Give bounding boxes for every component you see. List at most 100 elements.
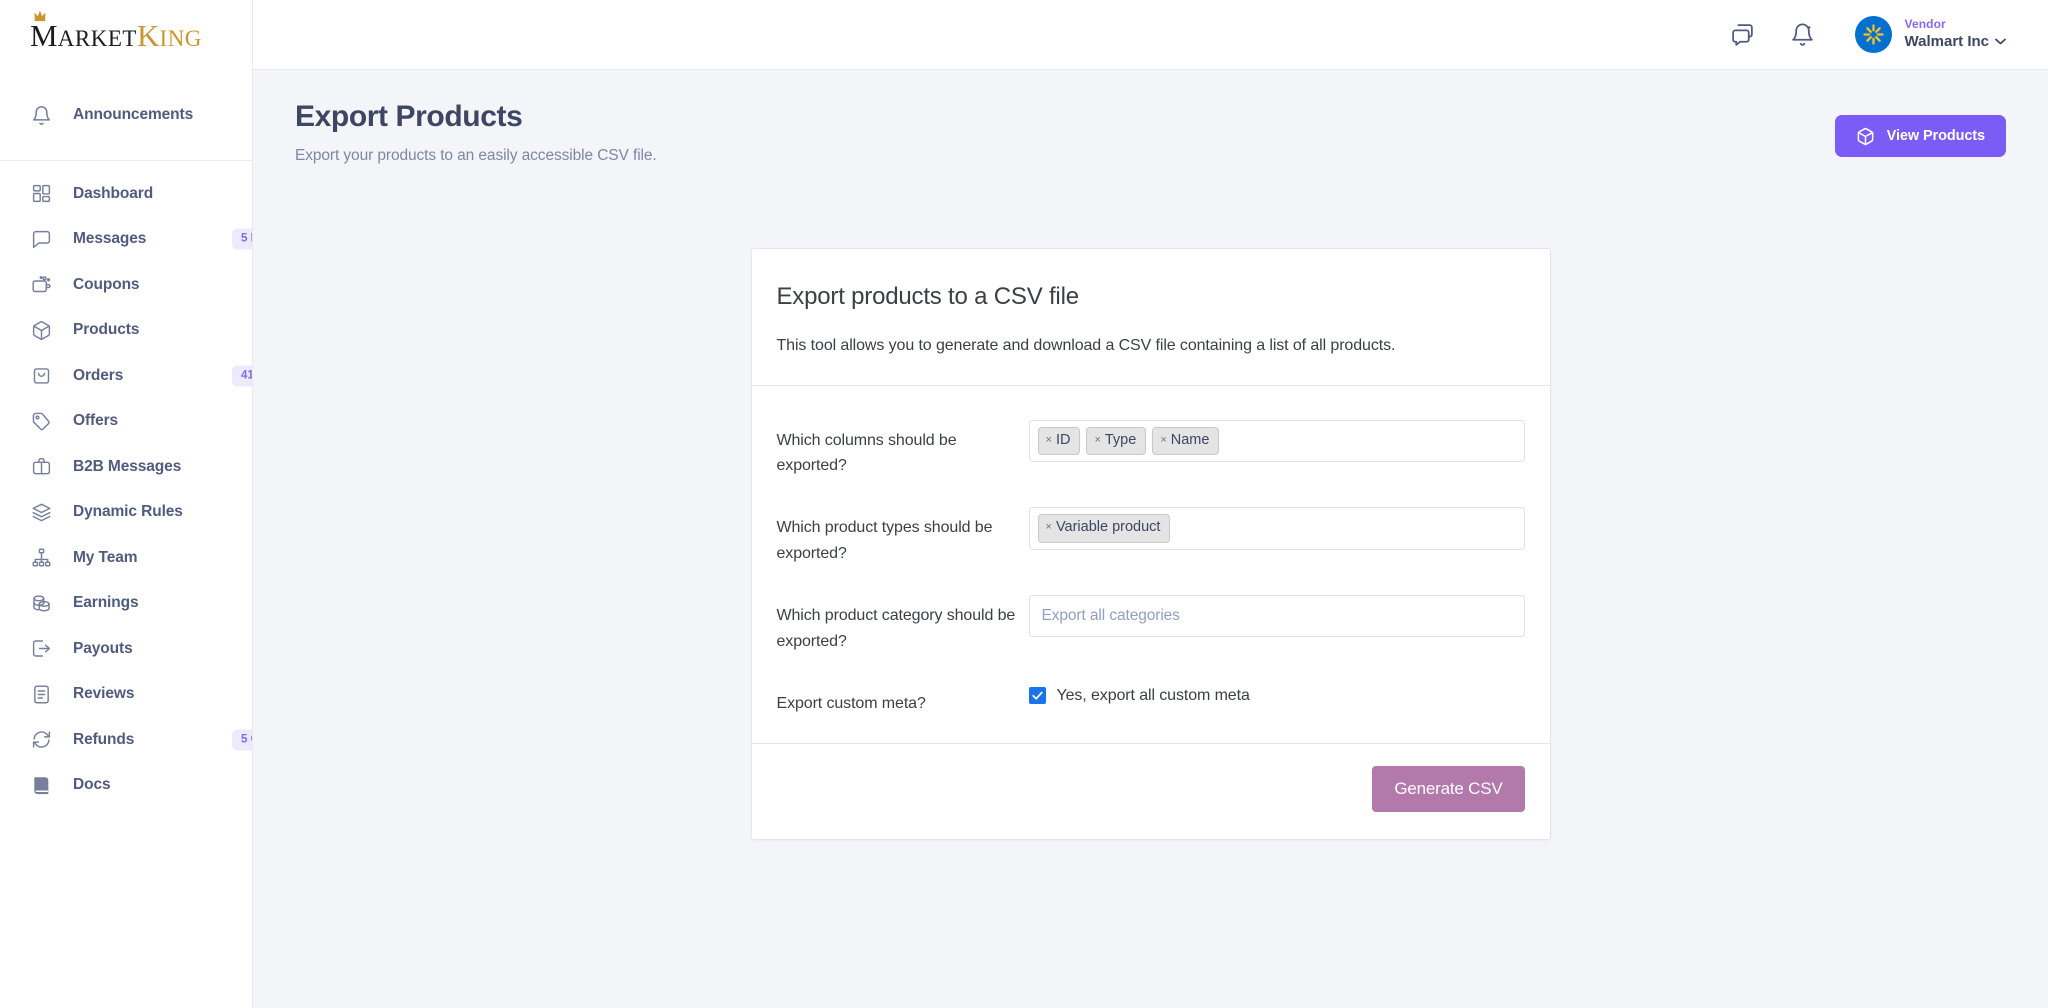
form-field-control: ×Variable product [1029,507,1525,549]
remove-tag-icon[interactable]: × [1046,521,1052,534]
selected-tag[interactable]: × Type [1086,427,1146,455]
export-card-footer: Generate CSV [752,743,1550,839]
brand-k: K [137,18,160,53]
page-header-text: Export Products Export your products to … [295,98,657,165]
vendor-name-text: Walmart Inc [1905,33,1989,50]
bell-icon [30,104,52,126]
vendor-name: Walmart Inc [1905,33,2006,50]
tag-label: Name [1171,432,1210,449]
form-field-label: Which columns should be exported? [777,420,1029,480]
sidebar-item-offers[interactable]: Offers [0,399,252,445]
sidebar-item-label: My Team [73,549,137,567]
form-field-control: × ID × Type × Name [1029,420,1525,462]
chat-bubbles-icon[interactable] [1721,13,1765,57]
walmart-spark-icon [1862,23,1885,46]
vendor-role-label: Vendor [1905,18,2006,32]
avatar [1855,16,1892,53]
sidebar-item-label: Orders [73,367,123,385]
generate-csv-button[interactable]: Generate CSV [1372,766,1524,812]
app-root: MARKETKING Announcements Dashboard Messag… [0,0,2048,1008]
sidebar-item-reviews[interactable]: Reviews [0,672,252,718]
vendor-account-menu[interactable]: Vendor Walmart Inc [1855,16,2006,53]
sidebar-item-messages[interactable]: Messages5 New [0,217,252,263]
main-region: Vendor Walmart Inc Export Products Expor… [253,0,2048,1008]
brand-arket: ARKET [58,26,137,51]
selected-tag[interactable]: × Name [1152,427,1219,455]
sidebar-item-earnings[interactable]: Earnings [0,581,252,627]
sidebar-item-label: Earnings [73,594,139,612]
sidebar-item-label: B2B Messages [73,458,181,476]
remove-tag-icon[interactable]: × [1046,434,1052,447]
sidebar-item-label: Coupons [73,276,139,294]
export-card-header: Export products to a CSV file This tool … [752,249,1550,385]
org-chart-icon [30,547,52,569]
sidebar-item-label: Reviews [73,685,134,703]
box-icon [1856,127,1875,146]
sidebar-item-badge: 5 New [232,229,253,250]
sidebar-item-products[interactable]: Products [0,308,252,354]
form-field-control: Export all categories [1029,595,1525,637]
tag-icon [30,410,52,432]
document-icon [30,683,52,705]
form-field-label: Which product types should be exported? [777,507,1029,567]
form-row: Which columns should be exported? × ID × Typ… [777,406,1525,494]
sidebar-item-b2b-messages[interactable]: B2B Messages [0,444,252,490]
selected-tag[interactable]: × ID [1038,427,1081,455]
form-row: Which product types should be exported? ×… [777,493,1525,581]
checkbox-label: Yes, export all custom meta [1057,687,1250,705]
sidebar-item-docs[interactable]: Docs [0,763,252,809]
sidebar-item-label: Payouts [73,640,133,658]
crown-icon [34,10,51,22]
sidebar-item-dashboard[interactable]: Dashboard [0,171,252,217]
bag-icon [30,365,52,387]
brand-logo-text: MARKETKING [30,20,202,52]
notification-bell-icon[interactable] [1781,13,1825,57]
sidebar-item-payouts[interactable]: Payouts [0,626,252,672]
vendor-meta: Vendor Walmart Inc [1905,18,2006,50]
checkmark-icon [1031,689,1044,702]
sidebar-item-label: Dashboard [73,185,153,203]
export-card: Export products to a CSV file This tool … [751,248,1551,840]
form-field-label: Export custom meta? [777,683,1029,717]
brand-logo[interactable]: MARKETKING [0,0,252,72]
page-subtitle: Export your products to an easily access… [295,147,657,165]
sidebar-item-orders[interactable]: Orders41 New [0,353,252,399]
sidebar-item-coupons[interactable]: Coupons [0,262,252,308]
page-header: Export Products Export your products to … [253,70,2048,165]
view-products-button[interactable]: View Products [1835,115,2006,157]
remove-tag-icon[interactable]: × [1094,434,1100,447]
remove-tag-icon[interactable]: × [1160,434,1166,447]
brand-m: M [30,18,58,53]
sidebar-item-label: Offers [73,412,118,430]
tag-label: Type [1105,432,1136,449]
chevron-down-icon[interactable] [1995,38,2006,45]
briefcase-icon [30,456,52,478]
export-icon [30,638,52,660]
box-icon [30,319,52,341]
tag-label: ID [1056,432,1071,449]
book-icon [30,774,52,796]
sidebar-item-my-team[interactable]: My Team [0,535,252,581]
form-row: Which product category should be exporte… [777,581,1525,669]
multiselect-input[interactable]: ×Variable product [1029,507,1525,549]
export-card-wrapper: Export products to a CSV file This tool … [253,248,2048,840]
export-custom-meta-checkbox[interactable] [1029,687,1046,704]
sidebar-item-dynamic-rules[interactable]: Dynamic Rules [0,490,252,536]
category-select-input[interactable]: Export all categories [1029,595,1525,637]
top-bar: Vendor Walmart Inc [253,0,2048,70]
sidebar-item-label-announcements: Announcements [73,106,193,124]
multiselect-input[interactable]: × ID × Type × Name [1029,420,1525,462]
wallet-icon [30,274,52,296]
sidebar-divider [0,160,252,161]
selected-tag[interactable]: ×Variable product [1038,514,1171,542]
layers-icon [30,501,52,523]
grid-icon [30,183,52,205]
sidebar-item-announcements[interactable]: Announcements [0,86,252,144]
page-content: Export Products Export your products to … [253,70,2048,1008]
page-title: Export Products [295,98,657,136]
sidebar-item-refunds[interactable]: Refunds5 Open [0,717,252,763]
export-card-description: This tool allows you to generate and dow… [777,337,1525,355]
view-products-button-label: View Products [1887,128,1985,144]
sidebar-item-badge: 5 Open [232,729,253,750]
chat-dots-icon [30,228,52,250]
